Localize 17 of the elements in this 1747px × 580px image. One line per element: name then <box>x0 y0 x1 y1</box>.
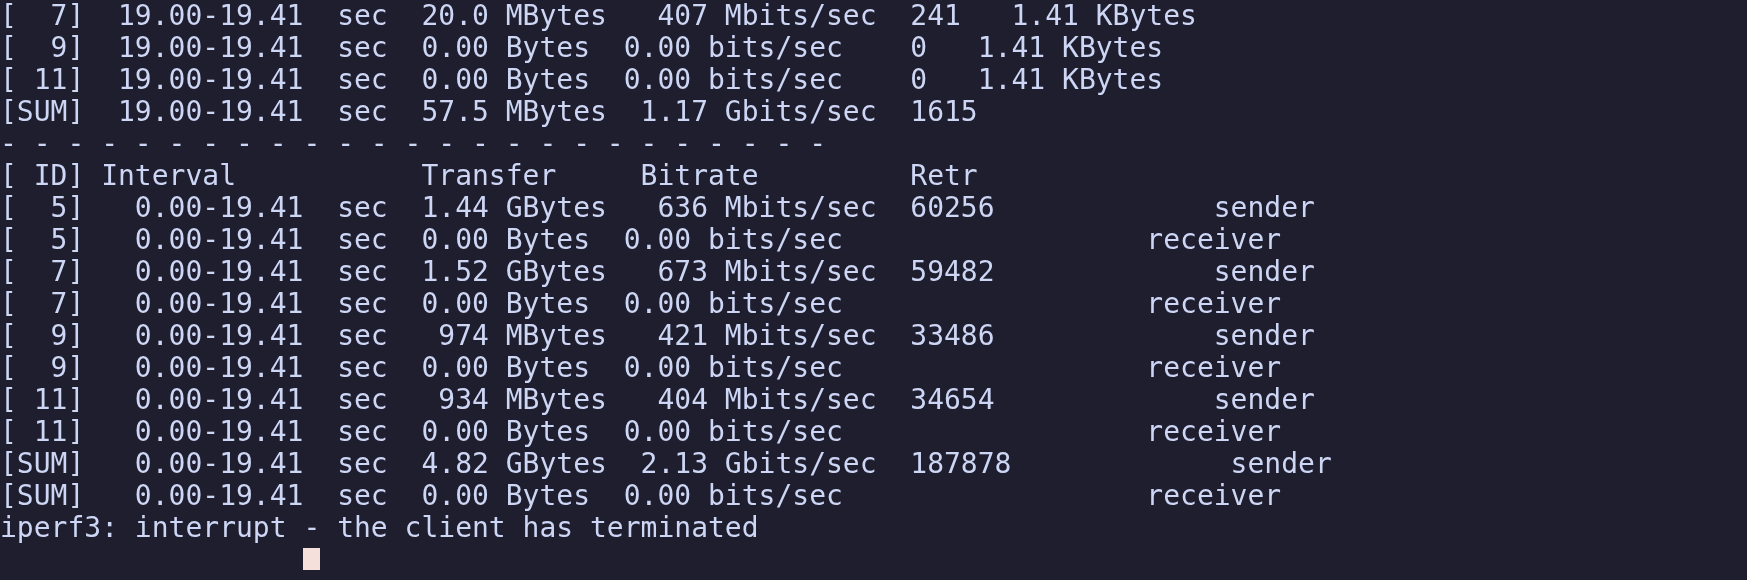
terminal-line: - - - - - - - - - - - - - - - - - - - - - - - - - <box>0 128 826 160</box>
terminal-line: [ 5] 0.00-19.41 sec 0.00 Bytes 0.00 bits/sec receiver <box>0 224 1282 256</box>
terminal-line: [SUM] 0.00-19.41 sec 4.82 GBytes 2.13 Gbits/sec 187878 sender <box>0 448 1332 480</box>
terminal-line: [ 9] 0.00-19.41 sec 0.00 Bytes 0.00 bits/sec receiver <box>0 352 1282 384</box>
terminal-line: [ 11] 0.00-19.41 sec 934 MBytes 404 Mbits/sec 34654 sender <box>0 384 1315 416</box>
terminal-line: iperf3: interrupt - the client has terminated <box>0 512 759 544</box>
terminal-line: [SUM] 19.00-19.41 sec 57.5 MBytes 1.17 Gbits/sec 1615 <box>0 96 978 128</box>
terminal-line: [SUM] 0.00-19.41 sec 0.00 Bytes 0.00 bits/sec receiver <box>0 480 1282 512</box>
terminal-line: [ 9] 0.00-19.41 sec 974 MBytes 421 Mbits/sec 33486 sender <box>0 320 1315 352</box>
terminal-line: [ 11] 19.00-19.41 sec 0.00 Bytes 0.00 bits/sec 0 1.41 KBytes <box>0 64 1164 96</box>
terminal-line: [ 7] 0.00-19.41 sec 0.00 Bytes 0.00 bits/sec receiver <box>0 288 1282 320</box>
terminal-line: [ 9] 19.00-19.41 sec 0.00 Bytes 0.00 bits/sec 0 1.41 KBytes <box>0 32 1164 64</box>
terminal-line: [ ID] Interval Transfer Bitrate Retr <box>0 160 978 192</box>
terminal-line: [ 11] 0.00-19.41 sec 0.00 Bytes 0.00 bits/sec receiver <box>0 416 1282 448</box>
terminal-line: [ 7] 0.00-19.41 sec 1.52 GBytes 673 Mbits/sec 59482 sender <box>0 256 1315 288</box>
terminal-line: [ 5] 0.00-19.41 sec 1.44 GBytes 636 Mbits/sec 60256 sender <box>0 192 1315 224</box>
terminal-line: [ 7] 19.00-19.41 sec 20.0 MBytes 407 Mbits/sec 241 1.41 KBytes <box>0 0 1197 32</box>
